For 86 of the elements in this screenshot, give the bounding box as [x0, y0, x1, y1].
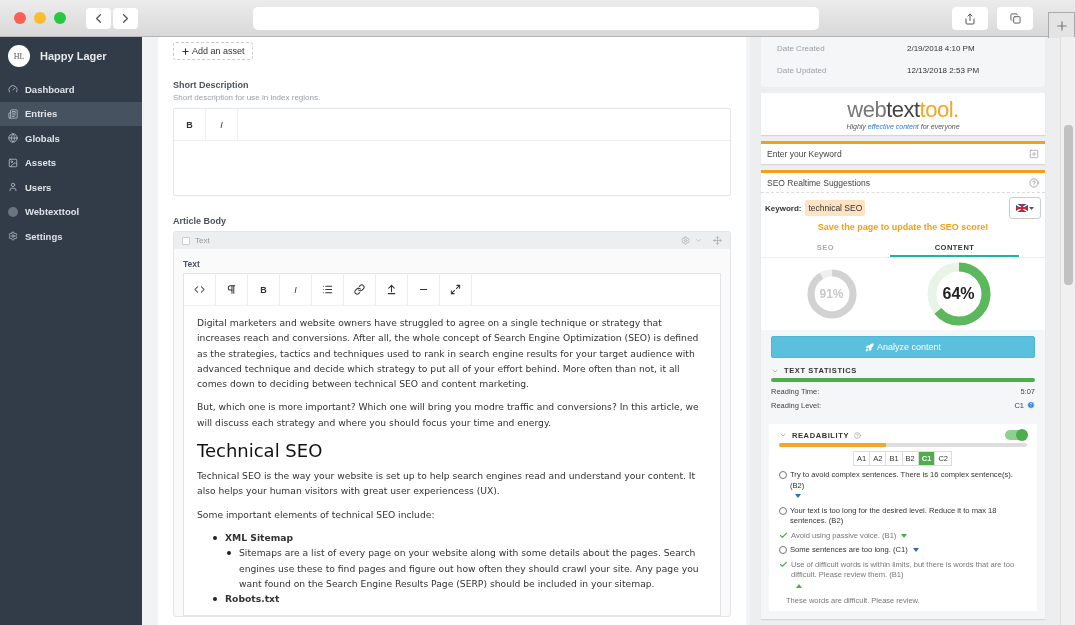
score-value: 64%: [941, 285, 976, 303]
back-button[interactable]: [86, 7, 111, 29]
readability-toggle[interactable]: [1005, 430, 1027, 440]
list-item: Robots.txt: [225, 592, 280, 607]
bullet-icon: [213, 535, 217, 540]
nav-item[interactable]: Globals: [0, 126, 142, 151]
upload-icon: [386, 284, 397, 295]
caret-icon[interactable]: [912, 548, 919, 552]
score-donut: [805, 268, 858, 320]
circle-icon: [8, 206, 18, 217]
rocket-icon: [864, 342, 874, 352]
list-icon: [322, 284, 333, 295]
link-icon: [354, 284, 365, 295]
nav-item[interactable]: Webtexttool: [0, 199, 142, 224]
plus-icon: [181, 46, 190, 56]
plus-icon: [1054, 18, 1069, 33]
pilcrow-icon: [226, 284, 237, 295]
keyword-label: Keyword:: [765, 203, 802, 213]
notice-text: Save the page to update the SEO score!: [816, 222, 990, 232]
block-checkbox[interactable]: [182, 236, 190, 245]
share-button[interactable]: [952, 7, 988, 30]
nav-icon: [8, 108, 18, 119]
code-icon: [194, 284, 205, 295]
bold-button[interactable]: B: [174, 109, 206, 140]
score-donut: [926, 262, 991, 326]
check-icon: [779, 559, 788, 569]
flag-icon: [1016, 204, 1034, 212]
bullet-icon: [227, 551, 231, 556]
rich-text-editor[interactable]: B I: [173, 108, 731, 196]
nav-icon: [8, 133, 18, 144]
caret-icon[interactable]: [796, 583, 802, 588]
meta-value: 12/13/2018 2:53 PM: [907, 65, 980, 75]
field-label: Article Body: [173, 216, 227, 226]
paragraph: Technical SEO is the way your website is set up to help search engines read and understand your content. It also helps your human visitors with great user experiencess (UX).: [197, 469, 697, 499]
nav-icon: [8, 182, 18, 193]
language-dropdown[interactable]: [1009, 197, 1041, 219]
nav-item[interactable]: Users: [0, 175, 142, 200]
paragraph: But, which one is more important? Which one will bring you modre traffic and conversions? In this article, we will discuss each strategy and where you should focus your time and energy.: [197, 400, 700, 430]
webtexttool-logo: webtexttool.: [846, 97, 960, 123]
help-icon: [854, 431, 862, 439]
check-icon: [779, 530, 788, 540]
copy-icon: [1009, 13, 1021, 24]
nav-item[interactable]: Entries: [0, 101, 142, 126]
paragraph: Some important elements of technical SEO include:: [197, 507, 436, 522]
nav-icon: [8, 231, 18, 242]
field-hint: Short description for use in index regions.: [173, 93, 322, 102]
heading: Technical SEO: [197, 439, 324, 464]
maximize-button[interactable]: [54, 12, 66, 24]
forward-button[interactable]: [113, 7, 138, 29]
add-asset-button[interactable]: Add an asset: [173, 42, 253, 60]
chevron-icon: [695, 237, 702, 244]
meta-label: Date Updated: [777, 65, 828, 75]
caret-icon[interactable]: [795, 494, 801, 498]
expand-icon: [450, 284, 461, 295]
site-logo: HL: [8, 45, 30, 67]
add-icon: [1029, 149, 1039, 159]
nav-item[interactable]: Dashboard: [0, 77, 142, 102]
site-name: Happy Lager: [40, 50, 107, 62]
rich-text-editor[interactable]: [183, 273, 721, 617]
scrollbar-thumb[interactable]: [1064, 125, 1073, 285]
bullet-icon: [213, 597, 217, 602]
nav-item[interactable]: Settings: [0, 224, 142, 249]
nav-icon: [8, 84, 18, 95]
move-icon: [713, 236, 722, 245]
settings-icon: [681, 236, 690, 245]
share-icon: [964, 12, 976, 25]
help-icon: [1029, 177, 1039, 188]
keyword-tag: technical SEO: [805, 200, 866, 216]
block-title: Text: [195, 236, 211, 245]
list-item: Sitemaps are a list of every page on your website along with some details about the pages. Search engines use these to find pages and figure out how often they should crawl your site. Any page you want found on the Search Engine Results Page (SERP) should be included in your sitemap.: [239, 546, 700, 591]
field-label: Text: [183, 259, 201, 269]
keyword-field[interactable]: Enter your Keyword: [761, 141, 1045, 164]
list-item: XML Sitemap: [225, 530, 294, 545]
caret-icon[interactable]: [901, 533, 908, 538]
scrollbar[interactable]: [1060, 37, 1075, 625]
paragraph: Digital marketers and website owners have struggled to agree on a single technique or strategy that increases reach and conversions. After all, the whole concept of Search Engine Optimization (SEO) is defined as the strategies, tactics and techniques used to rank in search engine results for your target audience with advanced technique and decide which strategy to put all of your effort behind. More often than not, it all comes down to deciding between technical SEO and content marketing.: [197, 316, 700, 392]
nav-item[interactable]: Assets: [0, 150, 142, 175]
new-tab-button[interactable]: [1048, 12, 1075, 38]
nav-icon: [8, 157, 18, 168]
panel-title: SEO Realtime Suggestions: [767, 177, 870, 188]
field-label: Short Description: [173, 80, 250, 90]
chevron-icon: [779, 431, 787, 439]
meta-label: Date Created: [777, 43, 826, 53]
meta-value: 2/19/2018 4:10 PM: [907, 43, 975, 53]
close-button[interactable]: [14, 12, 26, 24]
tabs-button[interactable]: [997, 7, 1033, 30]
